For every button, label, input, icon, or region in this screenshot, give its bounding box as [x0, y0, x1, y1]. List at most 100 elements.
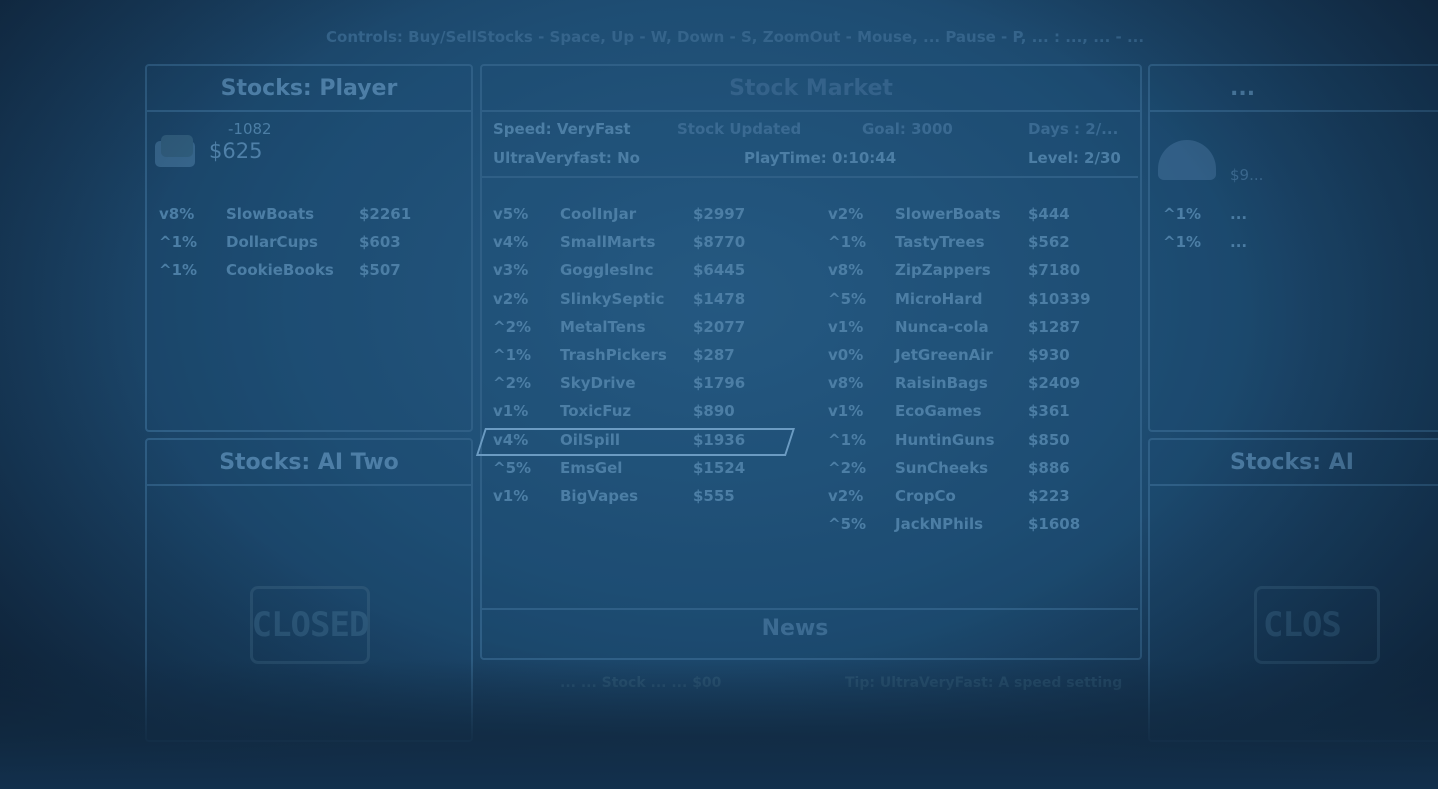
ai-one-cash: $9...: [1230, 166, 1264, 184]
stock-change: ^1%: [1163, 233, 1202, 252]
market-days: Days : 2/...: [1028, 120, 1119, 138]
market-stock-row[interactable]: v8% RaisinBags $2409: [828, 374, 1128, 402]
stock-price: $507: [359, 261, 401, 280]
stock-name: SlowBoats: [226, 205, 315, 223]
player-stock-row[interactable]: v8% SlowBoats $2261: [159, 205, 459, 233]
stock-name: JackNPhils: [895, 515, 984, 534]
stock-price: $6445: [693, 261, 746, 280]
stock-change: ^1%: [828, 233, 867, 252]
stock-change: ^5%: [828, 515, 867, 534]
market-stock-row[interactable]: v0% JetGreenAir $930: [828, 346, 1128, 374]
stock-change: v1%: [828, 402, 864, 421]
stock-price: $2261: [359, 205, 412, 223]
news-right: Tip: UltraVeryFast: A speed setting: [845, 675, 1123, 691]
market-stock-row[interactable]: ^5% JackNPhils $1608: [828, 515, 1128, 543]
stock-price: $2409: [1028, 374, 1081, 393]
stock-name: TastyTrees: [895, 233, 985, 252]
stock-price: $287: [693, 346, 735, 364]
market-stock-row[interactable]: v2% CropCo $223: [828, 487, 1128, 515]
player-cash: $625: [209, 139, 263, 163]
market-stock-row[interactable]: v1% ToxicFuz $890: [493, 402, 793, 430]
stock-name: SlinkySeptic: [560, 289, 665, 308]
stock-change: v1%: [493, 402, 529, 421]
market-stock-row[interactable]: v2% SlinkySeptic $1478: [493, 290, 793, 318]
market-stock-row[interactable]: v8% ZipZappers $7180: [828, 261, 1128, 289]
stock-name: HuntinGuns: [895, 430, 995, 449]
market-stock-row[interactable]: ^1% TrashPickers $287: [493, 346, 793, 374]
game-screen: Controls: Buy/SellStocks - Space, Up - W…: [0, 0, 1438, 789]
market-stock-row[interactable]: v1% EcoGames $361: [828, 402, 1128, 430]
stock-price: $1524: [693, 458, 746, 477]
stock-price: $1478: [693, 289, 746, 308]
market-stock-row[interactable]: v1% Nunca-cola $1287: [828, 318, 1128, 346]
stock-price: $2997: [693, 205, 746, 223]
stock-change: v8%: [828, 374, 864, 393]
stock-name: BigVapes: [560, 487, 639, 505]
player-stock-row[interactable]: ^1% DollarCups $603: [159, 233, 459, 261]
stock-change: v2%: [828, 487, 864, 505]
market-ultra: UltraVeryfast: No: [493, 149, 640, 167]
stock-change: v3%: [493, 261, 529, 280]
market-stock-row[interactable]: ^5% MicroHard $10339: [828, 290, 1128, 318]
market-stock-row[interactable]: ^2% MetalTens $2077: [493, 318, 793, 346]
stock-change: ^5%: [828, 289, 867, 308]
stock-name: ...: [1230, 205, 1248, 223]
market-stock-row[interactable]: v4% SmallMarts $8770: [493, 233, 793, 261]
stock-selector-cursor: [475, 428, 795, 456]
stock-price: $223: [1028, 487, 1070, 505]
stock-change: ^1%: [1163, 205, 1202, 223]
market-stock-row[interactable]: ^5% EmsGel $1524: [493, 459, 793, 487]
news-divider-top: [482, 608, 1138, 610]
stock-name: ...: [1230, 233, 1248, 252]
ai-three-panel-title: Stocks: AI: [1150, 440, 1438, 486]
stock-price: $555: [693, 487, 735, 505]
stock-name: RaisinBags: [895, 374, 988, 393]
stock-change: v5%: [493, 205, 529, 223]
ai-two-panel-title: Stocks: AI Two: [147, 440, 471, 486]
stock-price: $562: [1028, 233, 1070, 252]
market-stock-row[interactable]: v2% SlowerBoats $444: [828, 205, 1128, 233]
ai-one-panel-title: ...: [1150, 66, 1438, 112]
stock-price: $1796: [693, 374, 746, 393]
stock-change: ^1%: [493, 346, 532, 364]
stock-price: $850: [1028, 430, 1070, 449]
stock-change: ^5%: [493, 458, 532, 477]
stock-price: $603: [359, 233, 401, 252]
market-level: Level: 2/30: [1028, 149, 1121, 167]
ai-two-closed-stamp: CLOSED: [250, 586, 370, 664]
cash-icon: [155, 135, 195, 167]
stock-change: v2%: [828, 205, 864, 223]
stock-name: CookieBooks: [226, 261, 334, 280]
market-stock-row[interactable]: ^1% HuntinGuns $850: [828, 431, 1128, 459]
ai-one-stock-row[interactable]: ^1%...: [1163, 233, 1438, 261]
stock-price: $361: [1028, 402, 1070, 421]
stock-name: SkyDrive: [560, 374, 636, 393]
market-stock-row[interactable]: v5% CoolInJar $2997: [493, 205, 793, 233]
stock-name: DollarCups: [226, 233, 318, 252]
stock-name: SlowerBoats: [895, 205, 1001, 223]
stock-name: SunCheeks: [895, 458, 989, 477]
stock-change: ^1%: [828, 430, 867, 449]
stock-price: $930: [1028, 346, 1070, 364]
market-stock-row[interactable]: ^2% SunCheeks $886: [828, 459, 1128, 487]
stock-price: $2077: [693, 317, 746, 336]
stock-change: v8%: [828, 261, 864, 280]
market-stock-row[interactable]: ^1% TastyTrees $562: [828, 233, 1128, 261]
stock-change: ^2%: [493, 374, 532, 393]
player-stock-row[interactable]: ^1% CookieBooks $507: [159, 261, 459, 289]
market-goal: Goal: 3000: [862, 120, 953, 138]
stock-price: $8770: [693, 233, 746, 252]
player-panel-title: Stocks: Player: [147, 66, 471, 112]
stock-change: v4%: [493, 233, 529, 252]
stock-name: TrashPickers: [560, 346, 667, 364]
stock-name: SmallMarts: [560, 233, 656, 252]
market-stock-row[interactable]: ^2% SkyDrive $1796: [493, 374, 793, 402]
market-panel-title: Stock Market: [482, 66, 1140, 112]
ai-one-stock-row[interactable]: ^1%...: [1163, 205, 1438, 233]
market-stock-row[interactable]: v3% GogglesInc $6445: [493, 261, 793, 289]
stock-name: EmsGel: [560, 458, 623, 477]
stock-name: MetalTens: [560, 317, 646, 336]
news-left: ... ... Stock ... ... $00: [560, 675, 722, 691]
stock-price: $1287: [1028, 317, 1081, 336]
market-stock-row[interactable]: v1% BigVapes $555: [493, 487, 793, 515]
